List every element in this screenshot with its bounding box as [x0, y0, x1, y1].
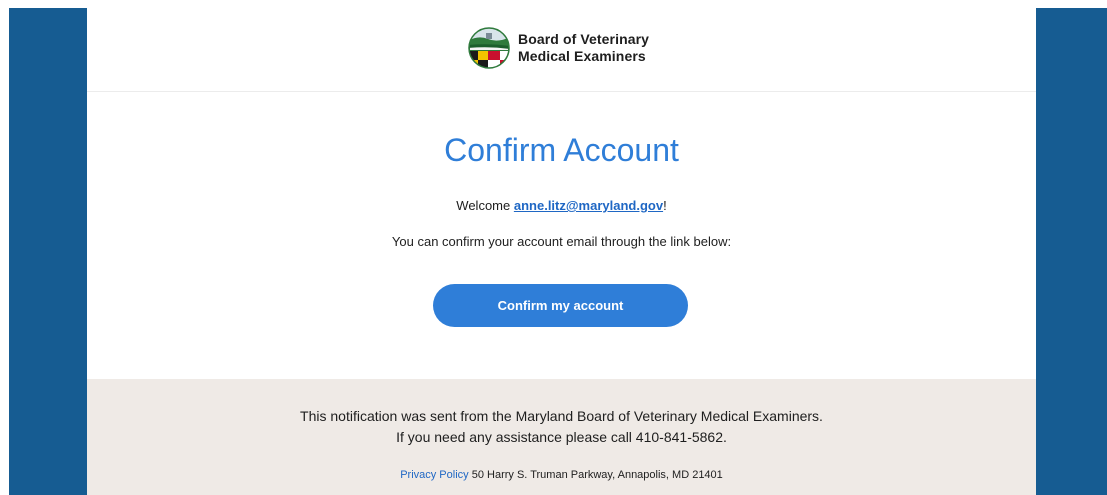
- org-name: Board of Veterinary Medical Examiners: [518, 31, 649, 65]
- left-side-band: [9, 8, 87, 495]
- privacy-policy-link[interactable]: Privacy Policy: [400, 469, 468, 481]
- welcome-message: Welcome anne.litz@maryland.gov!: [87, 198, 1036, 214]
- email-page: Board of Veterinary Medical Examiners Co…: [0, 0, 1107, 495]
- footer-notice: This notification was sent from the Mary…: [300, 408, 823, 424]
- org-name-line2: Medical Examiners: [518, 48, 646, 64]
- footer-legal: Privacy Policy 50 Harry S. Truman Parkwa…: [87, 468, 1036, 482]
- page-title: Confirm Account: [444, 132, 679, 168]
- email-card: Board of Veterinary Medical Examiners Co…: [87, 8, 1036, 495]
- welcome-suffix: !: [663, 198, 667, 213]
- right-side-band: [1036, 8, 1107, 495]
- footer-assistance: If you need any assistance please call 4…: [396, 429, 727, 445]
- email-header: Board of Veterinary Medical Examiners: [87, 8, 1036, 92]
- footer-address: 50 Harry S. Truman Parkway, Annapolis, M…: [468, 469, 723, 481]
- welcome-prefix: Welcome: [456, 198, 514, 213]
- instructions-text: You can confirm your account email throu…: [391, 234, 732, 249]
- confirm-account-button[interactable]: Confirm my account: [433, 284, 688, 327]
- email-footer: This notification was sent from the Mary…: [87, 379, 1036, 495]
- user-email-link[interactable]: anne.litz@maryland.gov: [514, 198, 663, 213]
- org-name-line1: Board of Veterinary: [518, 31, 650, 47]
- org-logo: Board of Veterinary Medical Examiners: [468, 27, 649, 69]
- maryland-seal-icon: [468, 27, 510, 69]
